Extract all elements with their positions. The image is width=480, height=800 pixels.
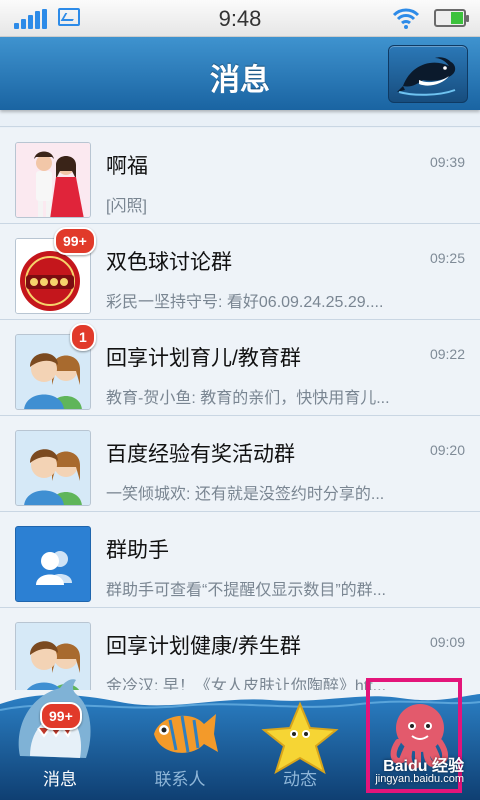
- message-preview: 彩民一坚持守号: 看好06.09.24.25.29....: [106, 294, 384, 311]
- message-preview: 一笑倾城欢: 还有就是没签约时分享的...: [106, 486, 385, 503]
- list-item[interactable]: 1 回享计划育儿/教育群 09:22 教育-贺小鱼: 教育的亲们，快快用育儿..…: [0, 320, 480, 416]
- chat-name: 回享计划育儿/教育群: [106, 347, 301, 370]
- tab-label: 动态: [283, 770, 317, 789]
- message-time: 09:09: [429, 634, 465, 650]
- group-assistant-icon: [15, 526, 91, 602]
- avatar: [15, 142, 91, 218]
- header: 消息: [0, 37, 480, 110]
- list-item[interactable]: 群助手 群助手可查看“不提醒仅显示数目”的群...: [0, 512, 480, 608]
- tab-feed[interactable]: 动态: [240, 690, 360, 800]
- chat-name: 回享计划健康/养生群: [106, 635, 301, 658]
- tab-messages[interactable]: 99+ 消息: [0, 679, 120, 800]
- chat-name: 百度经验有奖活动群: [106, 443, 295, 466]
- status-bar: 9:48: [0, 0, 480, 37]
- unread-badge: 99+: [54, 227, 96, 255]
- message-preview: 群助手可查看“不提醒仅显示数目”的群...: [106, 582, 386, 599]
- watermark-url: jingyan.baidu.com: [375, 773, 464, 785]
- tab-label: 联系人: [154, 770, 206, 789]
- group-avatar-icon: [15, 430, 91, 506]
- list-item[interactable]: 百度经验有奖活动群 09:20 一笑倾城欢: 还有就是没签约时分享的...: [0, 416, 480, 512]
- message-preview: 教育-贺小鱼: 教育的亲们，快快用育儿...: [106, 390, 390, 407]
- chat-name: 群助手: [106, 539, 169, 562]
- list-item[interactable]: 99+ 双色球讨论群 09:25 彩民一坚持守号: 看好06.09.24.25.…: [0, 224, 480, 320]
- message-time: 09:25: [429, 250, 465, 266]
- message-preview: [闪照]: [106, 198, 147, 215]
- message-time: 09:22: [429, 346, 465, 362]
- unread-badge: 99+: [40, 702, 82, 730]
- chat-name: 啊福: [106, 155, 148, 178]
- message-list[interactable]: 啊福 09:39 [闪照] 99+ 双色球讨论群 09:25 彩民一坚持守号: …: [0, 110, 480, 690]
- wifi-icon: [392, 8, 420, 29]
- chat-name: 双色球讨论群: [106, 251, 232, 274]
- battery-icon: [434, 9, 469, 27]
- list-item-partial[interactable]: [0, 110, 480, 127]
- dolphin-button[interactable]: [388, 45, 468, 103]
- tab-contacts[interactable]: 联系人: [120, 690, 240, 800]
- dolphin-icon: [397, 57, 456, 96]
- message-time: 09:20: [429, 442, 465, 458]
- list-item[interactable]: 啊福 09:39 [闪照]: [0, 128, 480, 224]
- unread-badge: 1: [70, 323, 96, 351]
- tab-label: 消息: [43, 770, 77, 789]
- message-time: 09:39: [429, 154, 465, 170]
